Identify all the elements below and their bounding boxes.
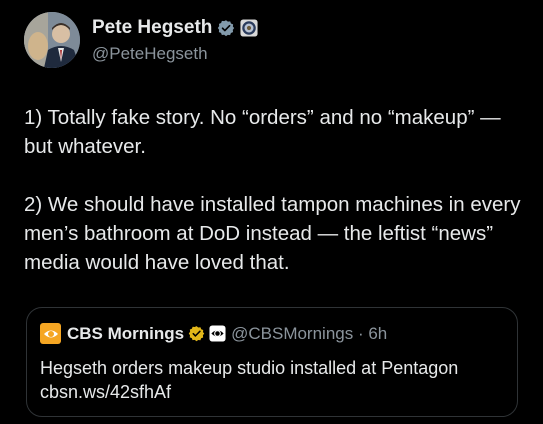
tweet-paragraph-1: 1) Totally fake story. No “orders” and n… [24,106,501,158]
gray-verified-badge-icon [218,20,235,37]
tweet-text: 1) Totally fake story. No “orders” and n… [24,103,524,277]
author-name-row: Pete Hegseth [92,16,258,40]
tweet: Pete Hegseth @PeteHegseth 1) Totally fak… [0,0,543,424]
tweet-paragraph-2: 2) We should have installed tampon machi… [24,193,521,274]
quoted-tweet-card[interactable]: CBS Mornings @CBSMornings · 6h Hegseth o… [26,307,518,417]
quoted-link[interactable]: cbsn.ws/42sfhAf [40,380,510,404]
quoted-handle-and-time[interactable]: @CBSMornings · 6h [231,324,387,344]
quoted-display-name[interactable]: CBS Mornings [67,324,184,344]
gold-verified-badge-icon [188,326,205,342]
author-block: Pete Hegseth @PeteHegseth [92,16,258,64]
cbs-eye-badge-icon [209,325,226,342]
quoted-tweet-header: CBS Mornings @CBSMornings · 6h [40,323,387,344]
author-handle[interactable]: @PeteHegseth [92,44,258,64]
quoted-tweet-text: Hegseth orders makeup studio installed a… [40,356,510,404]
quoted-headline: Hegseth orders makeup studio installed a… [40,358,459,378]
cbs-eye-logo-icon[interactable] [40,323,61,344]
dod-seal-icon [240,19,258,37]
author-display-name[interactable]: Pete Hegseth [92,17,212,39]
author-avatar[interactable] [24,12,80,68]
